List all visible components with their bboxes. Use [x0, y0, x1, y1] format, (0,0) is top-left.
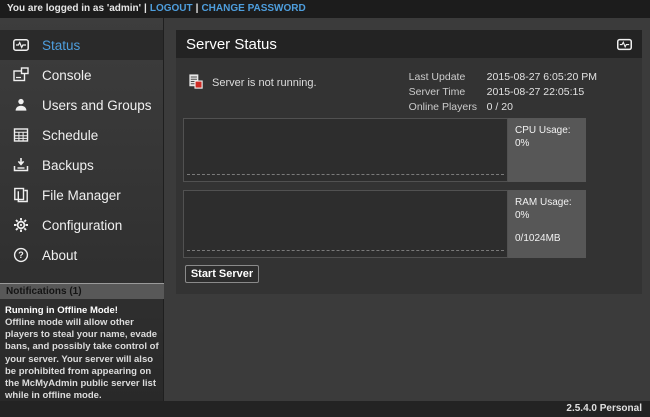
sidebar-item-label: File Manager	[42, 188, 121, 203]
sidebar-item-configuration[interactable]: Configuration	[0, 210, 163, 240]
chart-baseline	[187, 250, 504, 251]
about-icon: ?	[13, 247, 29, 263]
server-info-table: Last Update 2015-08-27 6:05:20 PM Server…	[409, 70, 597, 115]
sidebar-item-label: Backups	[42, 158, 94, 173]
sidebar-item-about[interactable]: ? About	[0, 240, 163, 270]
info-row-online-players: Online Players 0 / 20	[409, 100, 597, 115]
sidebar-item-label: Users and Groups	[42, 98, 152, 113]
sidebar-item-label: Configuration	[42, 218, 122, 233]
logged-in-text: You are logged in as 'admin'	[7, 3, 141, 14]
info-value: 2015-08-27 6:05:20 PM	[487, 70, 597, 85]
notification-text: Offline mode will allow other players to…	[5, 317, 159, 402]
change-password-link[interactable]: CHANGE PASSWORD	[201, 3, 305, 14]
sidebar-item-schedule[interactable]: Schedule	[0, 120, 163, 150]
sidebar-item-file-manager[interactable]: File Manager	[0, 180, 163, 210]
sidebar-item-backups[interactable]: Backups	[0, 150, 163, 180]
ram-usage-chart	[183, 190, 508, 258]
version-text: 2.5.4.0 Personal	[566, 403, 642, 414]
server-status-panel: Server Status Server is not running. Las…	[176, 30, 642, 294]
server-stopped-icon	[187, 73, 204, 93]
notification-item: Running in Offline Mode! Offline mode wi…	[0, 299, 164, 402]
info-value: 0 / 20	[487, 100, 513, 115]
cpu-usage-meter: CPU Usage: 0%	[508, 118, 586, 182]
info-row-last-update: Last Update 2015-08-27 6:05:20 PM	[409, 70, 597, 85]
start-server-button[interactable]: Start Server	[185, 265, 259, 283]
ram-usage-meter: RAM Usage: 0% 0/1024MB	[508, 190, 586, 258]
footer-bar: 2.5.4.0 Personal	[0, 401, 650, 417]
sidebar-item-users-and-groups[interactable]: Users and Groups	[0, 90, 163, 120]
configuration-icon	[13, 217, 29, 233]
console-icon	[13, 67, 29, 83]
cpu-usage-value: 0%	[515, 137, 586, 150]
server-info-row: Server is not running. Last Update 2015-…	[187, 70, 597, 115]
status-icon	[617, 37, 632, 52]
schedule-icon	[13, 127, 29, 143]
ram-usage-value: 0%	[515, 209, 586, 222]
ram-usage-detail: 0/1024MB	[515, 232, 586, 245]
cpu-usage-label: CPU Usage:	[515, 124, 586, 137]
cpu-usage-chart	[183, 118, 508, 182]
sidebar-item-label: About	[42, 248, 77, 263]
ram-usage-label: RAM Usage:	[515, 196, 586, 209]
chart-baseline	[187, 174, 504, 175]
topbar: You are logged in as 'admin'|LOGOUT|CHAN…	[0, 0, 650, 18]
sidebar-item-console[interactable]: Console	[0, 60, 163, 90]
notifications-header[interactable]: Notifications (1)	[0, 283, 164, 299]
sidebar-item-label: Schedule	[42, 128, 98, 143]
users-icon	[13, 97, 29, 113]
notifications-panel: Notifications (1) Running in Offline Mod…	[0, 283, 164, 402]
sidebar-nav: Status Console Users and Groups	[0, 18, 163, 270]
separator: |	[141, 3, 150, 14]
backups-icon	[13, 157, 29, 173]
page-title: Server Status	[186, 36, 277, 53]
file-manager-icon	[13, 187, 29, 203]
info-label: Online Players	[409, 100, 487, 115]
info-label: Last Update	[409, 70, 487, 85]
status-icon	[13, 37, 29, 53]
info-value: 2015-08-27 22:05:15	[487, 85, 585, 100]
notification-title: Running in Offline Mode!	[5, 305, 159, 317]
logout-link[interactable]: LOGOUT	[150, 3, 193, 14]
panel-header: Server Status	[176, 30, 642, 58]
server-state: Server is not running.	[187, 70, 317, 93]
server-state-text: Server is not running.	[212, 77, 317, 89]
info-label: Server Time	[409, 85, 487, 100]
sidebar-item-status[interactable]: Status	[0, 30, 163, 60]
sidebar-item-label: Console	[42, 68, 92, 83]
sidebar: Status Console Users and Groups	[0, 18, 164, 417]
svg-text:?: ?	[18, 250, 24, 260]
sidebar-item-label: Status	[42, 38, 80, 53]
info-row-server-time: Server Time 2015-08-27 22:05:15	[409, 85, 597, 100]
